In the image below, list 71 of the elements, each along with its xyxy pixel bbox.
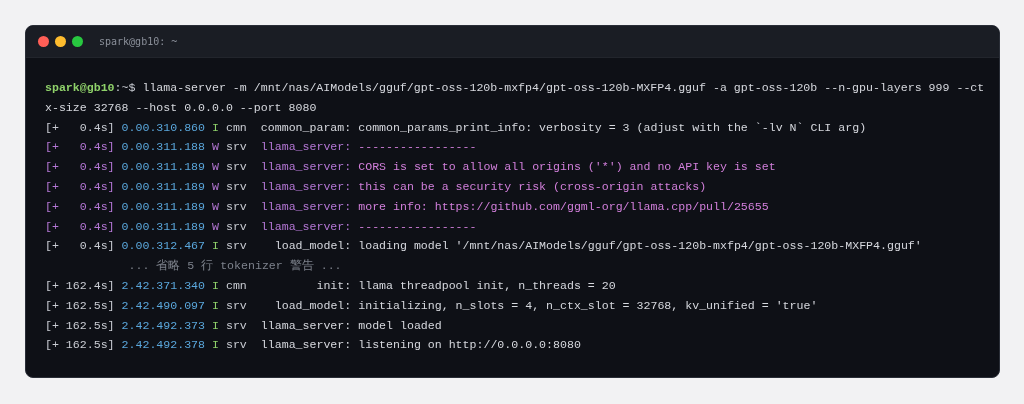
module-name: cmn <box>225 120 247 134</box>
log-source: llama_server: <box>260 218 352 235</box>
module-name: srv <box>225 338 247 352</box>
log-level: I <box>212 239 219 253</box>
log-source: llama_server: <box>260 317 352 334</box>
close-button[interactable] <box>38 36 49 47</box>
log-message: this can be a security risk (cross-origin attacks) <box>358 180 707 193</box>
log-message: ----------------- <box>358 219 477 233</box>
elapsed-time: [+ 162.5s] <box>45 338 115 352</box>
omitted-lines-note: ... 省略 5 行 tokenizer 警告 ... <box>128 259 342 273</box>
module-name: srv <box>225 199 247 213</box>
log-level: I <box>212 338 219 352</box>
log-message: initializing, n_slots = 4, n_ctx_slot = 32768, kv_unified = 'true' <box>358 298 818 312</box>
log-message: model loaded <box>358 318 442 332</box>
module-name: srv <box>225 298 247 312</box>
log-source: common_param: <box>260 119 352 136</box>
log-source: load_model: <box>273 238 352 255</box>
log-level: W <box>212 180 219 193</box>
elapsed-time: [+ 162.5s] <box>45 318 115 332</box>
timestamp: 0.00.311.189 <box>121 219 206 233</box>
log-level: I <box>212 318 219 332</box>
module-name: srv <box>225 219 247 233</box>
module-name: srv <box>225 239 247 253</box>
log-source: llama_server: <box>260 337 352 354</box>
elapsed-time: [+ 162.4s] <box>45 278 115 292</box>
log-message: llama threadpool init, n_threads = 20 <box>358 278 616 292</box>
log-level: W <box>212 160 219 174</box>
log-message: CORS is set to allow all origins ('*') and no API key is set <box>358 160 776 174</box>
log-message: ----------------- <box>358 140 477 154</box>
log-message: listening on http://0.0.0.0:8080 <box>358 338 581 352</box>
log-level: I <box>212 120 219 134</box>
log-source: llama_server: <box>260 159 352 176</box>
module-name: srv <box>225 180 247 193</box>
timestamp: 0.00.310.860 <box>121 120 206 134</box>
elapsed-time: [+ 0.4s] <box>45 199 115 213</box>
module-name: cmn <box>225 278 247 292</box>
elapsed-time: [+ 0.4s] <box>45 160 115 174</box>
timestamp: 2.42.490.097 <box>121 298 206 312</box>
log-message: common_params_print_info: verbosity = 3 (adjust with the `-lv N` CLI arg) <box>358 120 867 134</box>
log-source: llama_server: <box>260 179 352 195</box>
log-message: loading model '/mnt/nas/AIModels/gguf/gpt-oss-120b-mxfp4/gpt-oss-120b-MXFP4.gguf' <box>358 239 922 253</box>
elapsed-time: [+ 0.4s] <box>45 219 115 233</box>
elapsed-time: [+ 162.5s] <box>45 298 115 312</box>
timestamp: 0.00.311.189 <box>121 160 206 174</box>
timestamp: 0.00.311.189 <box>121 199 206 213</box>
elapsed-time: [+ 0.4s] <box>45 120 115 134</box>
log-source: load_model: <box>273 297 352 314</box>
timestamp: 2.42.492.373 <box>121 318 206 332</box>
module-name: srv <box>225 318 247 332</box>
minimize-button[interactable] <box>55 36 66 47</box>
log-message: more info: https://github.com/ggml-org/llama.cpp/pull/25655 <box>358 199 769 213</box>
timestamp: 2.42.492.378 <box>121 338 206 352</box>
elapsed-time: [+ 0.4s] <box>45 180 115 193</box>
log-level: I <box>212 278 219 292</box>
timestamp: 0.00.311.188 <box>121 140 206 154</box>
elapsed-time: [+ 0.4s] <box>45 140 115 154</box>
elapsed-time: [+ 0.4s] <box>45 239 115 253</box>
log-level: W <box>212 199 219 213</box>
timestamp: 0.00.311.189 <box>121 180 206 193</box>
maximize-button[interactable] <box>72 36 83 47</box>
module-name: srv <box>225 140 247 154</box>
log-source: llama_server: <box>260 198 352 215</box>
log-source: init: <box>315 277 352 294</box>
log-level: I <box>212 298 219 312</box>
log-level: W <box>212 219 219 233</box>
timestamp: 2.42.371.340 <box>121 278 206 292</box>
log-source: llama_server: <box>260 139 352 156</box>
module-name: srv <box>225 160 247 174</box>
timestamp: 0.00.312.467 <box>121 239 206 253</box>
window-title: spark@gb10: ~ <box>99 35 178 49</box>
log-level: W <box>212 140 219 154</box>
